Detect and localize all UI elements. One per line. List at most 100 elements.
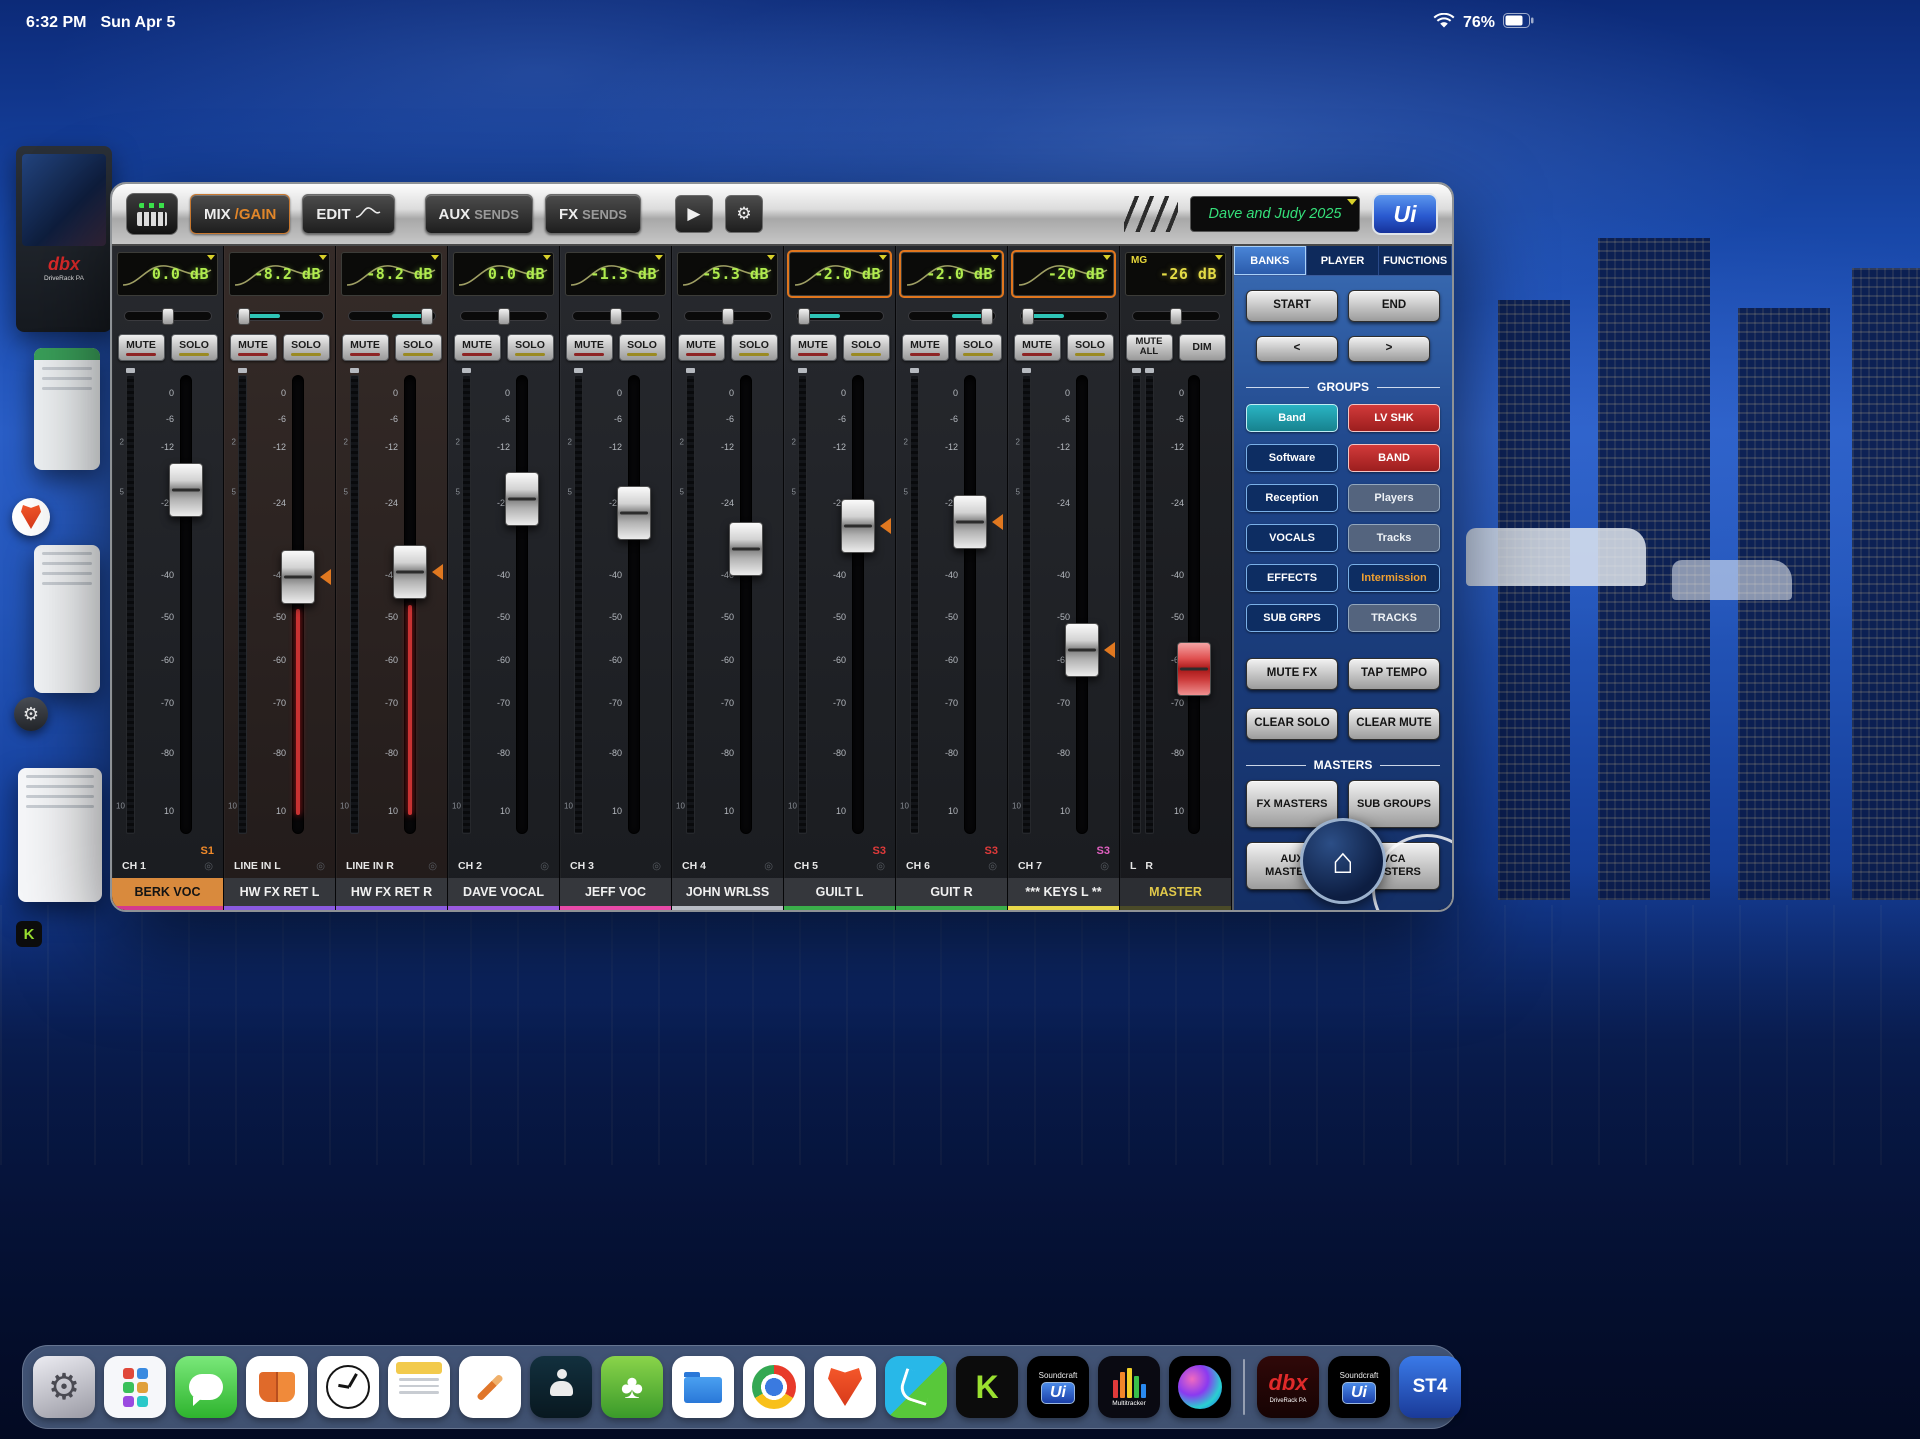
channel-name-label[interactable]: *** KEYS L ** — [1008, 878, 1119, 910]
tab-banks[interactable]: BANKS — [1234, 246, 1307, 275]
pan-slider[interactable] — [460, 311, 548, 321]
channel-db-display[interactable]: 0.0 dB — [453, 252, 554, 296]
channel-settings-icon[interactable]: ◎ — [204, 861, 213, 872]
dock-boating-map-icon[interactable] — [885, 1356, 947, 1418]
dock-siri-icon[interactable] — [1169, 1356, 1231, 1418]
end-button[interactable]: END — [1348, 290, 1440, 322]
app-switcher-window-1[interactable]: dbx DriveRack PA — [16, 146, 112, 332]
channel-settings-icon[interactable]: ◎ — [764, 861, 773, 872]
channel-name-label[interactable]: DAVE VOCAL — [448, 878, 559, 910]
channel-settings-icon[interactable]: ◎ — [988, 861, 997, 872]
mute-button[interactable]: MUTE — [678, 334, 725, 361]
dock-notes-icon[interactable] — [388, 1356, 450, 1418]
channel-db-display[interactable]: -1.3 dB — [565, 252, 666, 296]
dock-settings-icon[interactable]: ⚙ — [33, 1356, 95, 1418]
channel-db-display[interactable]: -2.0 dB — [789, 252, 890, 296]
channel-view-button[interactable] — [126, 193, 178, 235]
dock-clock-icon[interactable] — [317, 1356, 379, 1418]
solo-button[interactable]: SOLO — [955, 334, 1002, 361]
channel-name-label[interactable]: HW FX RET R — [336, 878, 447, 910]
mute-button[interactable]: MUTE — [230, 334, 277, 361]
settings-gear-icon[interactable]: ⚙ — [14, 697, 48, 731]
pan-slider[interactable] — [796, 311, 884, 321]
prev-bank-button[interactable]: < — [1256, 336, 1338, 362]
mute-all-button[interactable]: MUTE ALL — [1126, 334, 1173, 361]
fader-handle[interactable] — [505, 472, 539, 526]
dock-st4-icon[interactable]: ST4 — [1399, 1356, 1461, 1418]
channel-db-display[interactable]: -8.2 dB — [229, 252, 330, 296]
mute-fx-button[interactable]: MUTE FX — [1246, 658, 1338, 690]
dock-books-icon[interactable] — [246, 1356, 308, 1418]
dim-button[interactable]: DIM — [1179, 334, 1226, 361]
group-button-lv-shk[interactable]: LV SHK — [1348, 404, 1440, 432]
channel-settings-icon[interactable]: ◎ — [652, 861, 661, 872]
solo-button[interactable]: SOLO — [283, 334, 330, 361]
fader-track[interactable] — [516, 375, 528, 834]
sub-groups-button[interactable]: SUB GROUPS — [1348, 780, 1440, 828]
channel-name-label[interactable]: HW FX RET L — [224, 878, 335, 910]
pan-slider[interactable] — [348, 311, 436, 321]
fader-handle[interactable] — [841, 499, 875, 553]
master-fader-track[interactable] — [1188, 375, 1200, 834]
channel-name-label[interactable]: GUILT L — [784, 878, 895, 910]
dock-pages-icon[interactable] — [459, 1356, 521, 1418]
group-button-band[interactable]: BAND — [1348, 444, 1440, 472]
ui-logo[interactable]: Ui — [1372, 193, 1438, 235]
tab-functions[interactable]: FUNCTIONS — [1379, 246, 1452, 275]
dock-brave-icon[interactable] — [814, 1356, 876, 1418]
master-db-display[interactable]: MG-26 dB — [1125, 252, 1226, 296]
mute-button[interactable]: MUTE — [1014, 334, 1061, 361]
group-button-players[interactable]: Players — [1348, 484, 1440, 512]
mute-button[interactable]: MUTE — [454, 334, 501, 361]
fader-handle[interactable] — [617, 486, 651, 540]
fader-handle[interactable] — [729, 522, 763, 576]
fader-track[interactable] — [964, 375, 976, 834]
dock-dbx-driverack-icon[interactable]: dbxDriveRack PA — [1257, 1356, 1319, 1418]
group-button-software[interactable]: Software — [1246, 444, 1338, 472]
group-button-tracks[interactable]: TRACKS — [1348, 604, 1440, 632]
drag-grip-lines[interactable] — [1124, 196, 1178, 232]
start-button[interactable]: START — [1246, 290, 1338, 322]
play-button[interactable]: ▶ — [675, 195, 713, 233]
master-fader-handle[interactable] — [1177, 642, 1211, 696]
fader-track[interactable] — [628, 375, 640, 834]
clear-solo-button[interactable]: CLEAR SOLO — [1246, 708, 1338, 740]
group-button-effects[interactable]: EFFECTS — [1246, 564, 1338, 592]
brave-icon[interactable] — [12, 498, 50, 536]
mix-gain-button[interactable]: MIX/GAIN — [190, 194, 290, 234]
channel-db-display[interactable]: -20 dB — [1013, 252, 1114, 296]
k-app-mini-icon[interactable]: K — [16, 921, 42, 947]
solo-button[interactable]: SOLO — [619, 334, 666, 361]
pan-slider[interactable] — [124, 311, 212, 321]
dock-files-icon[interactable] — [672, 1356, 734, 1418]
group-button-reception[interactable]: Reception — [1246, 484, 1338, 512]
app-switcher-window-4[interactable] — [18, 768, 102, 902]
dock-soundcraft-ui-icon[interactable]: SoundcraftUi — [1027, 1356, 1089, 1418]
dock-multitracker-icon[interactable]: Multitracker — [1098, 1356, 1160, 1418]
channel-settings-icon[interactable]: ◎ — [876, 861, 885, 872]
dock-messages-icon[interactable] — [175, 1356, 237, 1418]
solo-button[interactable]: SOLO — [843, 334, 890, 361]
fader-track[interactable] — [740, 375, 752, 834]
channel-name-label[interactable]: JEFF VOC — [560, 878, 671, 910]
fader-handle[interactable] — [953, 495, 987, 549]
show-name-display[interactable]: Dave and Judy 2025 — [1190, 196, 1360, 232]
master-name-label[interactable]: MASTER — [1120, 878, 1231, 910]
fader-handle[interactable] — [169, 463, 203, 517]
channel-settings-icon[interactable]: ◎ — [428, 861, 437, 872]
mute-button[interactable]: MUTE — [902, 334, 949, 361]
solo-button[interactable]: SOLO — [171, 334, 218, 361]
pan-slider[interactable] — [684, 311, 772, 321]
mute-button[interactable]: MUTE — [566, 334, 613, 361]
solo-button[interactable]: SOLO — [731, 334, 778, 361]
tab-player[interactable]: PLAYER — [1307, 246, 1380, 275]
solo-button[interactable]: SOLO — [395, 334, 442, 361]
dock-olive-tree-icon[interactable]: ♣ — [601, 1356, 663, 1418]
edit-button[interactable]: EDIT — [302, 194, 394, 234]
pan-slider[interactable] — [908, 311, 996, 321]
dock-kindle-icon[interactable] — [530, 1356, 592, 1418]
group-button-sub-grps[interactable]: SUB GRPS — [1246, 604, 1338, 632]
next-bank-button[interactable]: > — [1348, 336, 1430, 362]
channel-settings-icon[interactable]: ◎ — [1100, 861, 1109, 872]
mute-button[interactable]: MUTE — [790, 334, 837, 361]
